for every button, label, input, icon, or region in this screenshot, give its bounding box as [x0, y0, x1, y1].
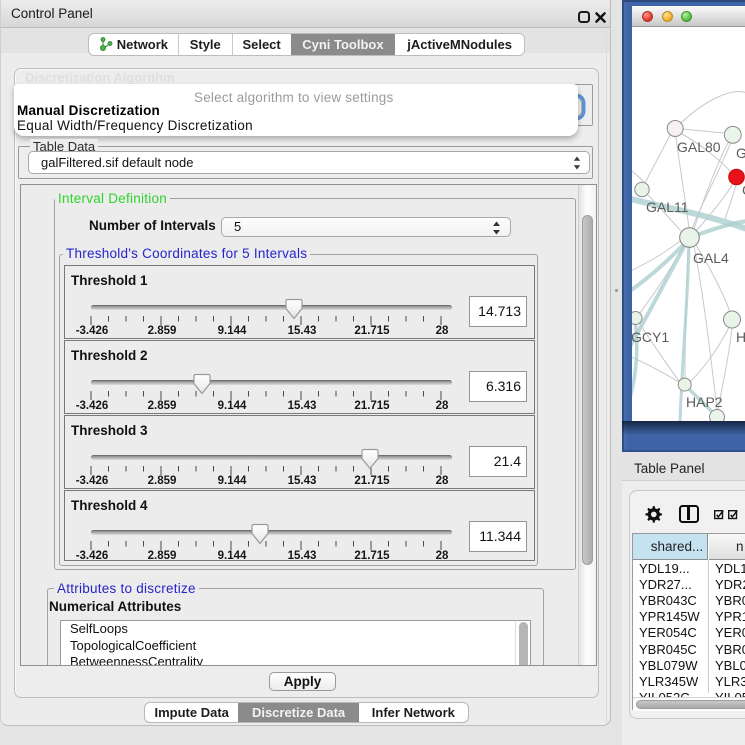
svg-text:GCY1: GCY1 [632, 329, 669, 345]
svg-text:GAL80: GAL80 [677, 139, 721, 155]
svg-text:HA: HA [736, 329, 745, 345]
svg-text:GA: GA [736, 145, 745, 161]
svg-text:GAL4: GAL4 [693, 250, 729, 266]
svg-text:GAL11: GAL11 [646, 199, 689, 215]
svg-text:HAP2: HAP2 [686, 394, 723, 410]
